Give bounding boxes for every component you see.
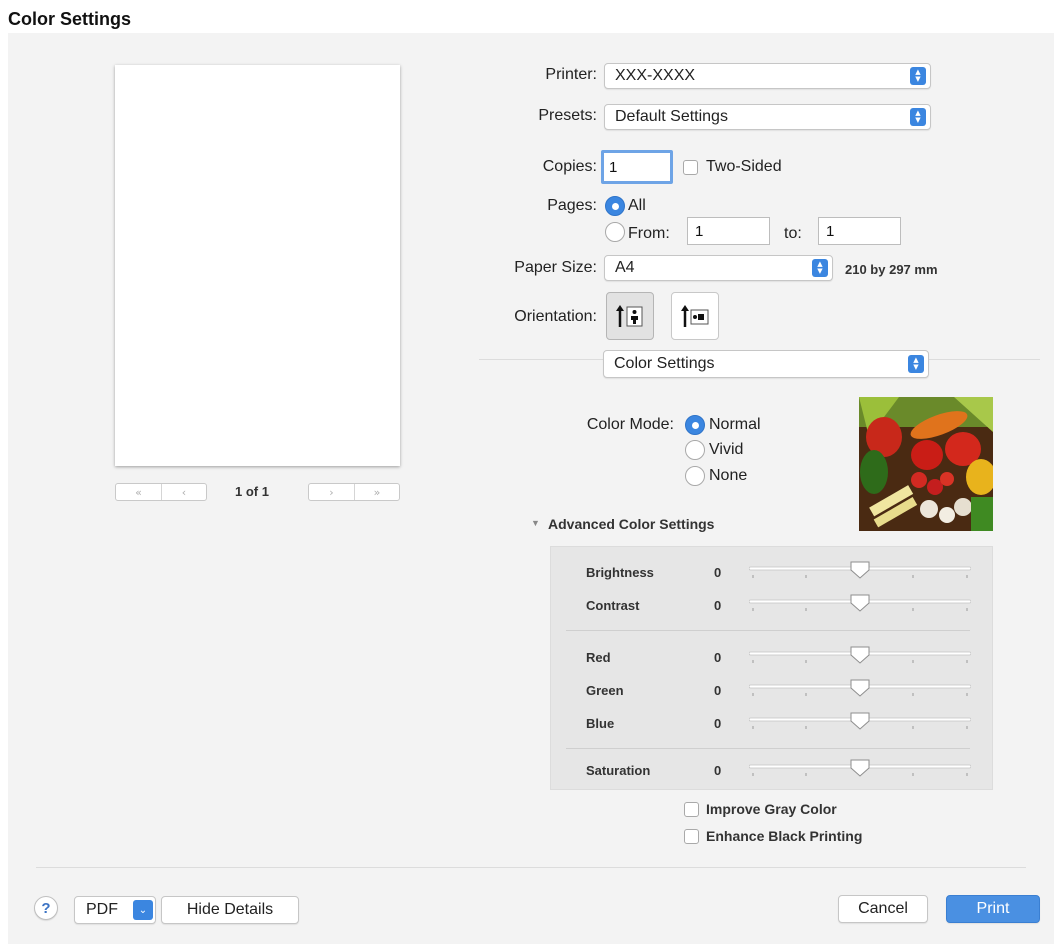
hide-details-button[interactable]: Hide Details	[161, 896, 299, 924]
up-down-arrows-icon: ▲ ▼	[910, 108, 926, 126]
up-down-arrows-icon: ▲ ▼	[910, 67, 926, 85]
saturation-value: 0	[714, 763, 722, 778]
pager-forward-group: › »	[308, 483, 400, 501]
blue-slider[interactable]	[749, 711, 971, 733]
up-down-arrows-icon: ▲ ▼	[908, 355, 924, 373]
disclosure-triangle-icon[interactable]: ▼	[531, 518, 540, 528]
paper-size-select[interactable]: A4 ▲ ▼	[604, 255, 833, 281]
pages-to-label: to:	[784, 225, 802, 242]
red-slider[interactable]	[749, 645, 971, 667]
print-dialog: « ‹ 1 of 1 › » Printer: XXX-XXXX ▲ ▼ Pres…	[8, 33, 1054, 944]
presets-value: Default Settings	[615, 108, 728, 125]
advanced-color-settings-toggle[interactable]: Advanced Color Settings	[548, 516, 714, 532]
panel-divider	[566, 630, 970, 631]
green-value: 0	[714, 683, 722, 698]
contrast-label: Contrast	[586, 598, 640, 613]
improve-gray-label: Improve Gray Color	[706, 801, 837, 817]
advanced-color-panel	[550, 546, 993, 790]
green-slider[interactable]	[749, 678, 971, 700]
enhance-black-checkbox[interactable]	[684, 829, 699, 844]
blue-value: 0	[714, 716, 722, 731]
copies-label: Copies:	[542, 158, 597, 175]
document-title: Color Settings	[8, 9, 132, 29]
pager-back-group: « ‹	[115, 483, 207, 501]
pages-all-label: All	[628, 197, 646, 214]
panel-divider	[566, 748, 970, 749]
cancel-button[interactable]: Cancel	[838, 895, 928, 923]
section-select[interactable]: Color Settings ▲ ▼	[603, 350, 929, 378]
contrast-value: 0	[714, 598, 722, 613]
enhance-black-label: Enhance Black Printing	[706, 828, 863, 844]
pages-to-input[interactable]: 1	[818, 217, 901, 245]
first-page-button[interactable]: «	[116, 484, 161, 500]
pdf-label: PDF	[86, 901, 118, 918]
color-mode-normal-radio[interactable]	[685, 415, 705, 435]
copies-input[interactable]: 1	[601, 150, 673, 184]
help-button[interactable]: ?	[34, 896, 58, 920]
pages-all-radio[interactable]	[605, 196, 625, 216]
two-sided-label: Two-Sided	[706, 158, 782, 175]
presets-select[interactable]: Default Settings ▲ ▼	[604, 104, 931, 130]
paper-size-label: Paper Size:	[514, 259, 597, 276]
color-mode-none-radio[interactable]	[685, 466, 705, 486]
color-sample-image	[859, 397, 993, 531]
up-down-arrows-icon: ▲ ▼	[812, 259, 828, 277]
page-indicator: 1 of 1	[235, 484, 269, 499]
section-value: Color Settings	[614, 355, 715, 372]
red-label: Red	[586, 650, 611, 665]
next-page-button[interactable]: ›	[309, 484, 354, 500]
page-preview	[115, 65, 400, 466]
landscape-orientation-icon	[681, 305, 709, 327]
previous-page-button[interactable]: ‹	[161, 484, 206, 500]
brightness-slider[interactable]	[749, 560, 971, 582]
printer-select[interactable]: XXX-XXXX ▲ ▼	[604, 63, 931, 89]
two-sided-checkbox[interactable]	[683, 160, 698, 175]
pages-from-label: From:	[628, 225, 670, 242]
paper-dimensions: 210 by 297 mm	[845, 262, 938, 277]
print-button[interactable]: Print	[946, 895, 1040, 923]
contrast-slider[interactable]	[749, 593, 971, 615]
pdf-menu-button[interactable]: PDF ⌄	[74, 896, 156, 924]
color-mode-vivid-radio[interactable]	[685, 440, 705, 460]
saturation-label: Saturation	[586, 763, 651, 778]
last-page-button[interactable]: »	[354, 484, 399, 500]
presets-label: Presets:	[538, 107, 597, 124]
pages-from-radio[interactable]	[605, 222, 625, 242]
improve-gray-checkbox[interactable]	[684, 802, 699, 817]
color-mode-label: Color Mode:	[586, 416, 674, 433]
color-mode-none-label: None	[709, 467, 748, 484]
red-value: 0	[714, 650, 722, 665]
portrait-orientation-button[interactable]	[606, 292, 654, 340]
printer-label: Printer:	[545, 66, 597, 83]
color-mode-normal-label: Normal	[709, 416, 761, 433]
brightness-value: 0	[714, 565, 722, 580]
pages-from-input[interactable]: 1	[687, 217, 770, 245]
pages-label: Pages:	[547, 197, 597, 214]
brightness-label: Brightness	[586, 565, 654, 580]
printer-value: XXX-XXXX	[615, 67, 696, 84]
orientation-label: Orientation:	[514, 308, 597, 325]
blue-label: Blue	[586, 716, 615, 731]
green-label: Green	[586, 683, 624, 698]
color-mode-vivid-label: Vivid	[709, 441, 744, 458]
paper-size-value: A4	[615, 259, 635, 276]
landscape-orientation-button[interactable]	[671, 292, 719, 340]
footer-divider	[36, 867, 1026, 868]
chevron-down-icon: ⌄	[133, 900, 153, 920]
saturation-slider[interactable]	[749, 758, 971, 780]
portrait-orientation-icon	[616, 305, 643, 327]
